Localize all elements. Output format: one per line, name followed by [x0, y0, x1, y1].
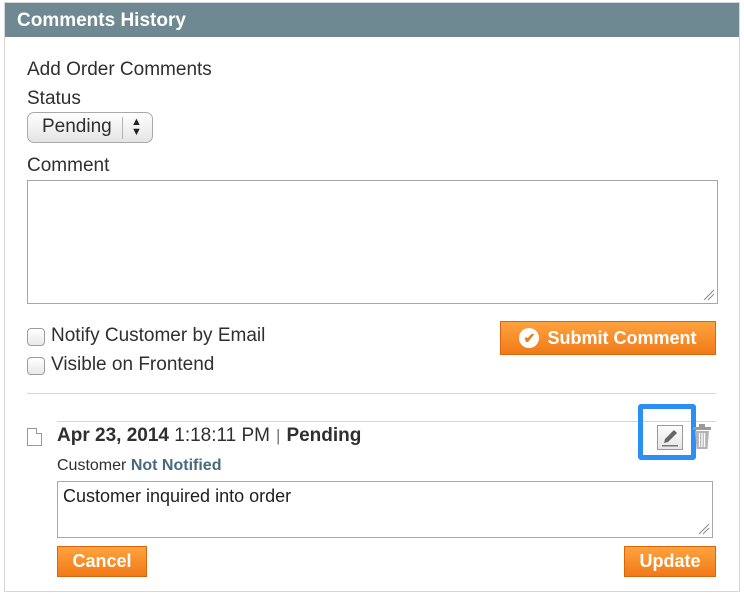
status-select-value: Pending: [42, 116, 112, 137]
visible-frontend-checkbox[interactable]: [27, 357, 45, 375]
entry-date: Apr 23, 2014: [57, 425, 169, 446]
panel-title: Comments History: [5, 3, 739, 37]
document-icon: [27, 428, 42, 446]
checkmark-circle-icon: ✔: [519, 328, 540, 348]
edit-pencil-icon[interactable]: [657, 425, 683, 450]
edit-comment-text: Customer inquired into order: [63, 486, 292, 506]
entry-separator: |: [276, 426, 281, 445]
notify-customer-label: Notify Customer by Email: [51, 325, 266, 346]
resize-grip-icon[interactable]: [698, 523, 710, 535]
customer-notification: Customer Not Notified: [57, 457, 221, 475]
divider: [27, 393, 716, 394]
notified-status: Not Notified: [130, 457, 222, 474]
edit-comment-textarea[interactable]: Customer inquired into order: [57, 481, 713, 538]
select-divider: [122, 117, 123, 139]
cancel-button[interactable]: Cancel: [57, 546, 147, 577]
comment-label: Comment: [27, 155, 110, 176]
update-button[interactable]: Update: [624, 546, 716, 577]
entry-time: 1:18:11 PM: [174, 425, 271, 446]
customer-label: Customer: [57, 457, 127, 474]
select-arrows-icon: ▲ ▼: [131, 116, 142, 138]
submit-comment-button[interactable]: ✔ Submit Comment: [500, 321, 716, 355]
visible-frontend-label: Visible on Frontend: [51, 354, 215, 375]
trash-icon[interactable]: [692, 424, 712, 450]
status-select[interactable]: Pending ▲ ▼: [27, 112, 153, 143]
notify-customer-checkbox[interactable]: [27, 328, 45, 346]
status-label: Status: [27, 88, 81, 109]
entry-divider: [57, 421, 716, 422]
comment-textarea[interactable]: [27, 180, 718, 304]
add-order-comments-heading: Add Order Comments: [27, 59, 212, 80]
resize-grip-icon[interactable]: [703, 289, 715, 301]
entry-status: Pending: [286, 425, 362, 446]
submit-comment-label: Submit Comment: [547, 328, 697, 348]
comment-entry-header: Apr 23, 2014 1:18:11 PM | Pending: [57, 425, 361, 447]
pencil-glyph-icon: [662, 430, 678, 447]
